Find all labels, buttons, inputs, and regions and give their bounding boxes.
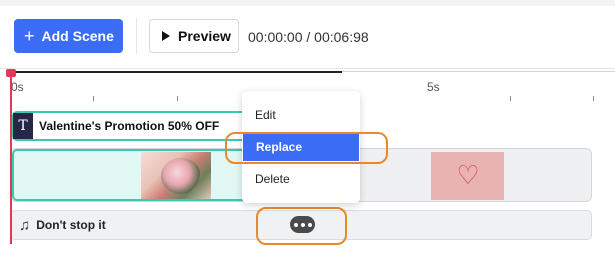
playhead[interactable]	[10, 69, 12, 244]
playhead-handle[interactable]	[6, 69, 16, 77]
preview-button[interactable]: Preview	[149, 19, 239, 53]
add-scene-button[interactable]: + Add Scene	[14, 19, 123, 53]
selected-scene[interactable]	[12, 149, 260, 201]
add-scene-label: Add Scene	[41, 28, 114, 44]
ruler-tick	[593, 96, 594, 101]
scene-thumbnail-heart: ♡	[431, 152, 504, 200]
play-icon	[162, 31, 170, 41]
plus-icon: +	[24, 26, 35, 46]
toolbar: + Add Scene Preview 00:00:00 / 00:06:98	[0, 6, 615, 68]
menu-item-delete[interactable]: Delete	[242, 165, 360, 193]
music-note-icon: ♫	[19, 216, 31, 234]
editor-window: + Add Scene Preview 00:00:00 / 00:06:98 …	[0, 0, 615, 264]
text-track-label: Valentine's Promotion 50% OFF	[39, 119, 220, 133]
ruler-label-0s: 0s	[11, 80, 24, 94]
preview-label: Preview	[178, 28, 231, 44]
ruler-label-5s: 5s	[427, 80, 440, 94]
text-icon: T	[13, 113, 33, 139]
text-track[interactable]: T Valentine's Promotion 50% OFF	[12, 111, 256, 141]
highlight-ring-replace	[225, 132, 388, 164]
ruler-tick	[510, 96, 511, 101]
time-display: 00:00:00 / 00:06:98	[248, 29, 369, 45]
toolbar-divider	[136, 18, 137, 54]
audio-track-label: Don't stop it	[36, 218, 106, 232]
highlight-ring-more	[256, 207, 347, 245]
scene-thumbnail-flowers	[141, 152, 211, 199]
ruler-line	[342, 71, 615, 72]
ruler-tick	[177, 96, 178, 101]
ruler-tick	[93, 96, 94, 101]
menu-item-edit[interactable]: Edit	[242, 101, 360, 129]
ruler-active-range	[11, 71, 342, 73]
